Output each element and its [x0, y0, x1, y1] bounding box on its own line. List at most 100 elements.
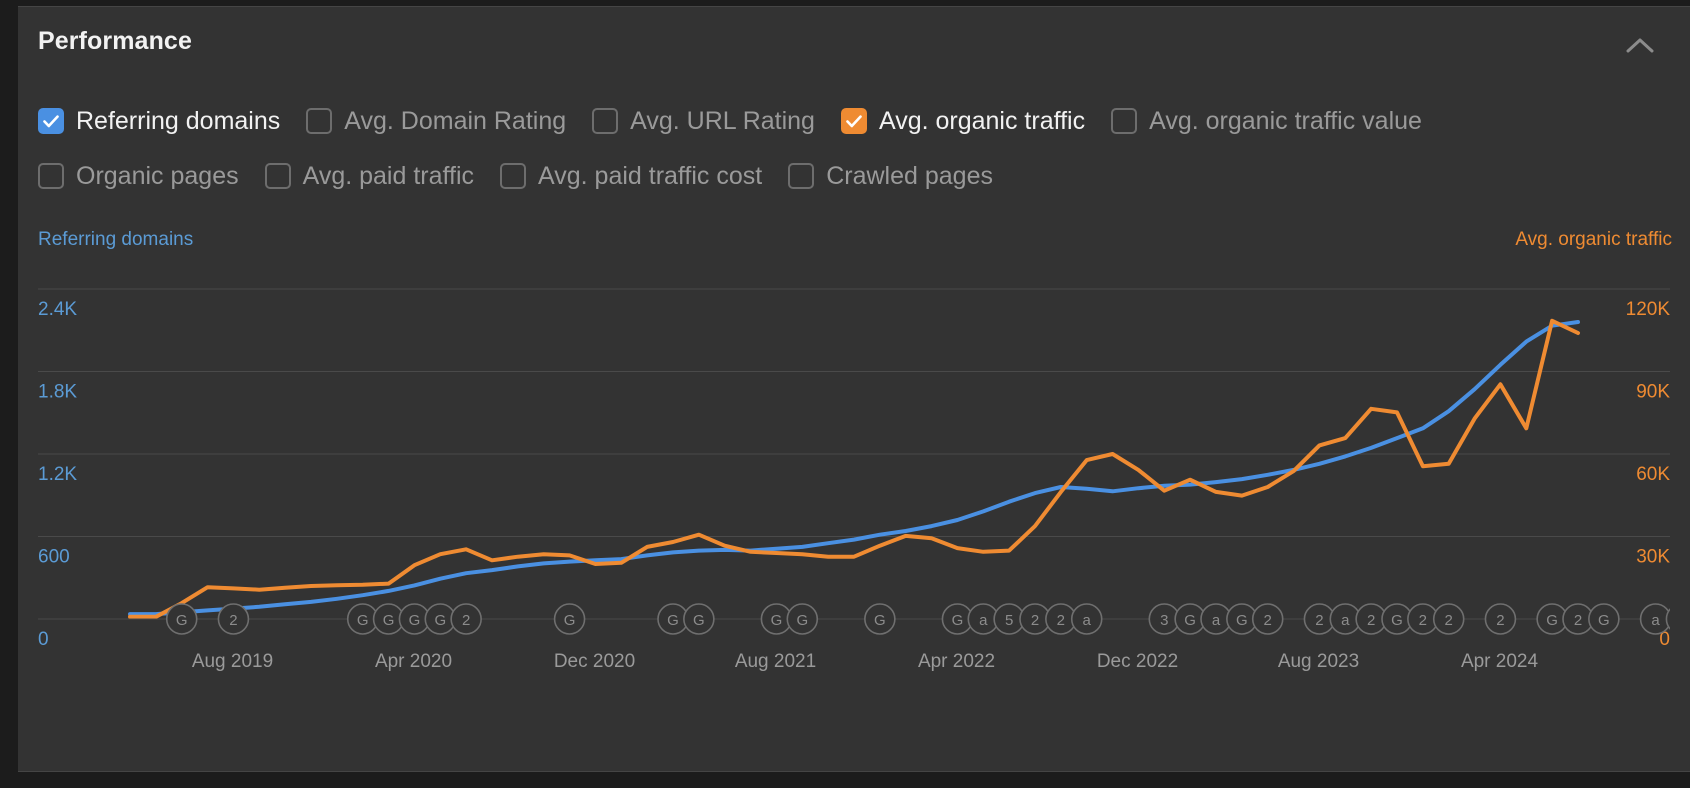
metric-checkbox-crawled-pages[interactable]: Crawled pages [788, 163, 993, 189]
svg-text:G: G [176, 612, 188, 629]
metric-label: Organic pages [76, 161, 239, 190]
svg-text:G: G [1598, 612, 1610, 629]
legend-right-label: Avg. organic traffic [1515, 229, 1672, 250]
metric-label: Avg. paid traffic [302, 161, 475, 190]
series-line-avg-organic-traffic [128, 318, 1580, 619]
checkbox-unchecked-icon[interactable] [788, 163, 815, 189]
svg-text:G: G [409, 612, 421, 629]
checkbox-unchecked-icon[interactable] [1111, 108, 1138, 134]
y-axis-left-tick: 1.2K [38, 464, 77, 485]
metric-checkbox-row-2: Organic pages Avg. paid traffic Avg. paid … [38, 163, 1019, 189]
event-marker[interactable]: a [1070, 603, 1103, 635]
event-marker[interactable]: G [683, 603, 715, 635]
svg-text:G: G [952, 612, 964, 629]
metric-label: Avg. organic traffic [878, 106, 1086, 135]
checkbox-unchecked-icon[interactable] [592, 108, 619, 134]
checkbox-checked-icon[interactable] [38, 108, 64, 134]
svg-text:G: G [357, 612, 369, 629]
metric-checkbox-avg-organic-traffic-value[interactable]: Avg. organic traffic value [1111, 108, 1422, 134]
metric-label: Referring domains [76, 106, 281, 135]
legend-left-label: Referring domains [38, 229, 194, 250]
event-marker[interactable]: G [786, 603, 819, 635]
event-marker[interactable]: 2 [1484, 603, 1517, 635]
event-marker[interactable]: G [1588, 603, 1620, 635]
svg-text:a: a [1083, 612, 1092, 629]
chevron-up-icon[interactable] [1620, 29, 1660, 63]
checkbox-unchecked-icon[interactable] [500, 163, 527, 189]
metric-label: Avg. URL Rating [630, 106, 815, 135]
performance-chart: Referring domains Avg. organic traffic 0… [18, 219, 1690, 719]
svg-text:2: 2 [1264, 612, 1272, 629]
x-axis-tick-label: Dec 2020 [554, 651, 635, 672]
metric-checkbox-organic-pages[interactable]: Organic pages [38, 163, 239, 189]
svg-text:2: 2 [1574, 612, 1582, 629]
svg-text:G: G [564, 612, 576, 629]
event-marker[interactable]: 2 [1251, 603, 1284, 635]
metric-label: Crawled pages [826, 161, 993, 190]
svg-text:G: G [667, 612, 679, 629]
x-axis-tick-label: Aug 2023 [1278, 651, 1359, 672]
svg-text:2: 2 [1057, 612, 1065, 629]
y-axis-right-tick: 30K [1636, 547, 1670, 568]
svg-text:a: a [1651, 612, 1660, 629]
y-axis-right-tick: 60K [1636, 464, 1670, 485]
svg-text:G: G [796, 612, 808, 629]
performance-panel: Performance Referring domains Avg. Domain… [18, 6, 1690, 772]
y-axis-left-tick: 2.4K [38, 299, 77, 320]
svg-text:G: G [874, 612, 886, 629]
svg-text:3: 3 [1160, 612, 1168, 629]
x-axis-tick-label: Dec 2022 [1097, 651, 1178, 672]
metric-checkbox-row-1: Referring domains Avg. Domain Rating Avg. … [38, 108, 1448, 134]
panel-header: Performance [18, 7, 1690, 91]
metric-checkbox-avg-paid-traffic[interactable]: Avg. paid traffic [264, 161, 475, 190]
y-axis-right-tick: 120K [1626, 299, 1670, 320]
metric-checkbox-avg-paid-traffic-cost[interactable]: Avg. paid traffic cost [500, 163, 762, 189]
y-axis-right-tick: 90K [1636, 382, 1670, 403]
x-axis-tick-label: Apr 2024 [1461, 651, 1539, 672]
y-axis-left-tick: 1.8K [38, 382, 77, 403]
metric-checkbox-referring-domains[interactable]: Referring domains [38, 108, 280, 134]
svg-text:G: G [434, 612, 446, 629]
checkbox-checked-icon[interactable] [840, 108, 867, 134]
event-marker[interactable]: G [553, 603, 586, 635]
svg-text:G: G [1184, 612, 1196, 629]
svg-text:a: a [979, 612, 988, 629]
svg-text:5: 5 [1005, 612, 1013, 629]
x-axis-tick-label: Apr 2020 [375, 651, 452, 672]
event-marker[interactable]: a [1639, 603, 1670, 635]
y-axis-left-tick: 0 [38, 629, 49, 650]
svg-text:a: a [1212, 612, 1221, 629]
chart-plot-region[interactable]: 0 0 600 30K 1.2K 60K 1.8K 90K 2.4K 120K G 2 G G G G 2 G G G… [38, 267, 1670, 687]
svg-text:a: a [1341, 612, 1350, 629]
series-line-referring-domains [128, 320, 1580, 617]
svg-text:G: G [771, 612, 783, 629]
metric-checkbox-avg-organic-traffic[interactable]: Avg. organic traffic [840, 106, 1086, 135]
y-axis-left-tick: 600 [38, 547, 70, 568]
metric-label: Avg. Domain Rating [344, 106, 567, 135]
metric-label: Avg. organic traffic value [1149, 106, 1422, 135]
svg-text:2: 2 [1419, 612, 1427, 629]
svg-text:G: G [383, 612, 395, 629]
metric-checkbox-avg-domain-rating[interactable]: Avg. Domain Rating [306, 108, 566, 134]
svg-text:2: 2 [1367, 612, 1375, 629]
svg-text:2: 2 [1315, 612, 1323, 629]
svg-text:G: G [1236, 612, 1248, 629]
page-title: Performance [38, 27, 192, 55]
svg-text:G: G [1391, 612, 1403, 629]
svg-text:2: 2 [462, 612, 470, 629]
svg-text:G: G [1546, 612, 1558, 629]
checkbox-unchecked-icon[interactable] [306, 108, 333, 134]
event-marker[interactable]: G [165, 603, 198, 635]
checkbox-unchecked-icon[interactable] [264, 163, 291, 189]
event-marker[interactable]: 2 [217, 603, 250, 635]
metric-checkbox-avg-url-rating[interactable]: Avg. URL Rating [592, 108, 815, 134]
event-marker[interactable]: G [864, 603, 896, 635]
event-marker[interactable]: 2 [450, 603, 482, 635]
event-marker[interactable]: 2 [1432, 603, 1465, 635]
checkbox-unchecked-icon[interactable] [38, 163, 64, 189]
svg-text:2: 2 [229, 612, 237, 629]
svg-text:G: G [693, 612, 705, 629]
metric-label: Avg. paid traffic cost [538, 161, 763, 190]
x-axis-tick-label: Apr 2022 [918, 651, 995, 672]
svg-text:2: 2 [1445, 612, 1453, 629]
